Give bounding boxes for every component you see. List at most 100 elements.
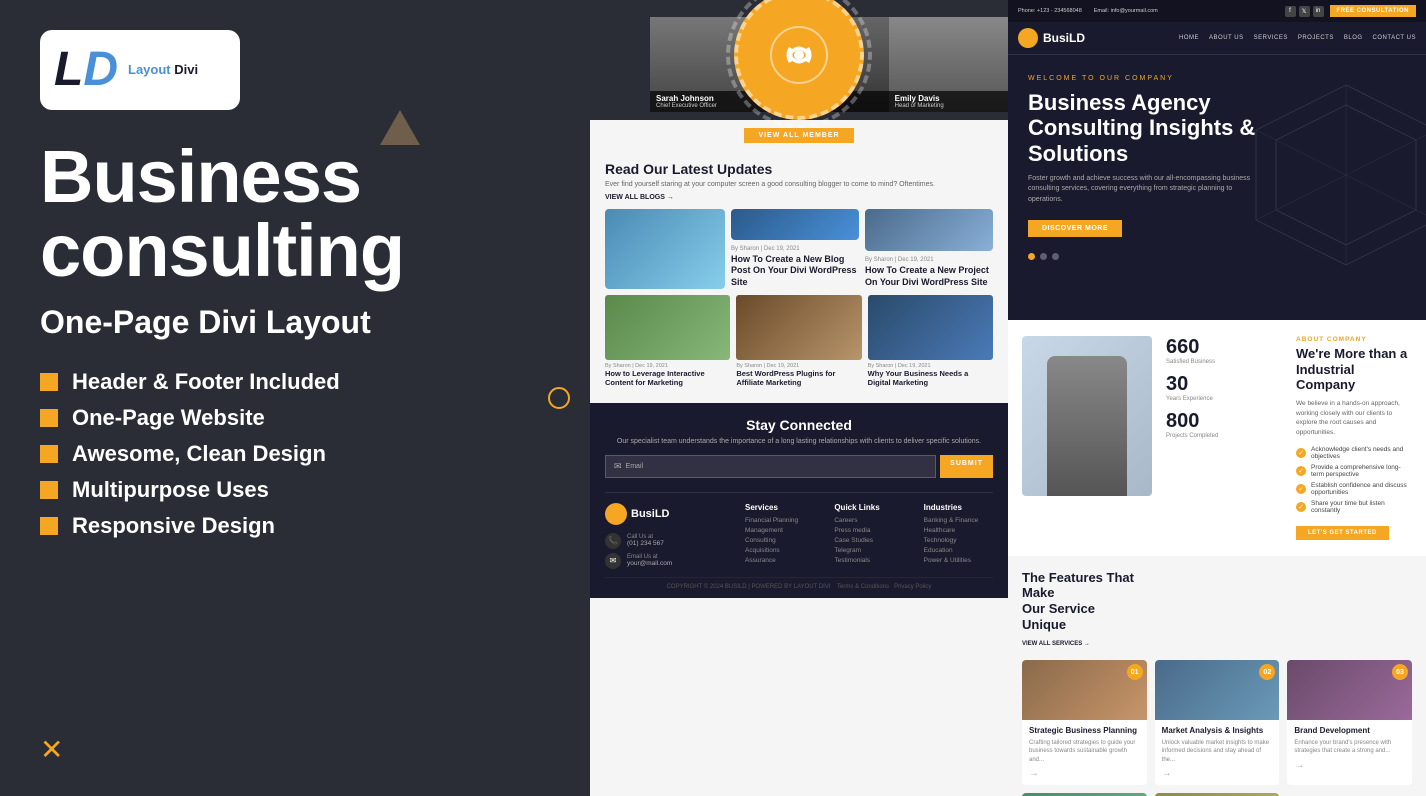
footer-link-4[interactable]: Acquisitions: [745, 547, 814, 554]
hero-dot-3[interactable]: [1052, 253, 1059, 260]
footer-ind-5[interactable]: Power & Utilities: [924, 557, 993, 564]
footer-ind-1[interactable]: Banking & Finance: [924, 517, 993, 524]
free-consultation-button[interactable]: FREE CONSULTATION: [1330, 5, 1417, 17]
view-all-blogs-link[interactable]: VIEW ALL BLOGS →: [605, 194, 993, 201]
nav-blog[interactable]: BLOG: [1344, 35, 1363, 41]
team-member-3: Emily Davis Head of Marketing: [889, 0, 1008, 120]
feature-bullet-4: [40, 481, 58, 499]
feature-arrow-2[interactable]: →: [1162, 768, 1273, 779]
about-description: We believe in a hands-on approach, worki…: [1296, 399, 1412, 438]
stat-number-2: 30: [1166, 373, 1282, 396]
blog-image-small-1: [731, 209, 859, 240]
view-all-member-button[interactable]: VIEW ALL MEMBER: [744, 128, 853, 143]
footer-qlink-3[interactable]: Case Studies: [834, 537, 903, 544]
about-person: [1047, 356, 1127, 496]
social-icons: f 𝕏 in: [1285, 6, 1324, 17]
hero-dot-1[interactable]: [1028, 253, 1035, 260]
footer-ind-4[interactable]: Education: [924, 547, 993, 554]
feature-card-desc-3: Enhance your brand's presence with strat…: [1294, 739, 1405, 756]
email-input[interactable]: ✉ Email: [605, 455, 936, 478]
right-about: 660 Satisfied Business 30 Years Experien…: [1008, 320, 1426, 556]
footer-quicklinks-title: Quick Links: [834, 503, 903, 512]
feature-arrow-1[interactable]: →: [1029, 768, 1140, 779]
stat-number-1: 660: [1166, 336, 1282, 359]
features-title: The Features That MakeOur Service Unique: [1022, 570, 1142, 632]
blog-post-title-3: How to Leverage Interactive Content for …: [605, 369, 730, 387]
footer-qlink-4[interactable]: Telegram: [834, 547, 903, 554]
feature-bullet-5: [40, 517, 58, 535]
right-nav-links: HOME ABOUT US SERVICES PROJECTS BLOG CON…: [1179, 35, 1416, 41]
hero-dot-2[interactable]: [1040, 253, 1047, 260]
twitter-icon[interactable]: 𝕏: [1299, 6, 1310, 17]
team-role-1: Chief Executive Officer: [656, 103, 763, 109]
footer-email-value: your@mail.com: [627, 560, 672, 567]
footer-phone: 📞 Call Us at (01) 234 567: [605, 533, 725, 549]
logo-area: LD Layout Divi: [40, 30, 550, 110]
feature-bullet-3: [40, 445, 58, 463]
footer-qlink-2[interactable]: Press media: [834, 527, 903, 534]
cross-decoration: ✕: [40, 733, 63, 766]
feature-card-1: 01 Strategic Business Planning Crafting …: [1022, 660, 1147, 785]
lets-start-button[interactable]: LET'S GET STARTED: [1296, 526, 1389, 540]
submit-button[interactable]: SUBMIT: [940, 455, 993, 478]
blog-item-5: By Sharon | Dec 19, 2021 Why Your Busine…: [868, 295, 993, 387]
features-list: Header & Footer Included One-Page Websit…: [40, 369, 550, 539]
nav-home[interactable]: HOME: [1179, 35, 1199, 41]
checklist-item-3: ✓ Establish confidence and discuss oppor…: [1296, 482, 1412, 496]
blog-post-title-2: How To Create a New Project On Your Divi…: [865, 265, 993, 288]
feature-card-2: 02 Market Analysis & Insights Unlock val…: [1155, 660, 1280, 785]
footer-logo-icon: [605, 503, 627, 525]
feature-item-1: Header & Footer Included: [40, 369, 550, 395]
about-right: ABOUT COMPANY We're More than aIndustria…: [1296, 336, 1412, 540]
topbar-phone: Phone: +123 - 234568048: [1018, 8, 1082, 14]
footer-ind-2[interactable]: Healthcare: [924, 527, 993, 534]
feature-card-desc-1: Crafting tailored strategies to guide yo…: [1029, 739, 1140, 764]
feature-label-1: Header & Footer Included: [72, 369, 340, 395]
about-inner: 660 Satisfied Business 30 Years Experien…: [1022, 336, 1412, 540]
blog-grid-bottom: By Sharon | Dec 19, 2021 How to Leverage…: [605, 295, 993, 387]
right-topbar: Phone: +123 - 234568048 Email: info@your…: [1008, 0, 1426, 22]
feature-item-5: Responsive Design: [40, 513, 550, 539]
blog-post-title-5: Why Your Business Needs a Digital Market…: [868, 369, 993, 387]
footer-ind-3[interactable]: Technology: [924, 537, 993, 544]
nav-about[interactable]: ABOUT US: [1209, 35, 1244, 41]
facebook-icon[interactable]: f: [1285, 6, 1296, 17]
discover-button[interactable]: DISCOVER MORE: [1028, 220, 1122, 237]
footer-copyright: COPYRIGHT © 2024 BUSILD | POWERED BY LAY…: [605, 577, 993, 590]
footer-logo-text: BusiLD: [631, 508, 670, 520]
nav-logo-icon: [1018, 28, 1038, 48]
view-services-link[interactable]: VIEW ALL SERVICES →: [1022, 641, 1090, 647]
hero-content: WELCOME TO OUR COMPANY Business AgencyCo…: [1008, 55, 1426, 260]
feature-arrow-3[interactable]: →: [1294, 760, 1405, 771]
footer-link-5[interactable]: Assurance: [745, 557, 814, 564]
footer-logo: BusiLD: [605, 503, 725, 525]
stat-label-1: Satisfied Business: [1166, 359, 1282, 367]
footer-link-2[interactable]: Management: [745, 527, 814, 534]
blog-meta-2: By Sharon | Dec 19, 2021: [865, 257, 993, 263]
right-navbar: BusiLD HOME ABOUT US SERVICES PROJECTS B…: [1008, 22, 1426, 55]
nav-contact[interactable]: CONTACT US: [1373, 35, 1416, 41]
footer-qlink-5[interactable]: Testimonials: [834, 557, 903, 564]
footer-qlink-1[interactable]: Careers: [834, 517, 903, 524]
email-placeholder: Email: [626, 463, 644, 470]
instagram-icon[interactable]: in: [1313, 6, 1324, 17]
nav-services[interactable]: SERVICES: [1254, 35, 1288, 41]
blog-image-4: [736, 295, 861, 360]
stay-connected: Stay Connected Our specialist team under…: [605, 417, 993, 478]
stat-label-2: Years Experience: [1166, 396, 1282, 404]
checklist-item-2: ✓ Provide a comprehensive long-term pers…: [1296, 464, 1412, 478]
email-icon: ✉: [605, 553, 621, 569]
footer-bottom: BusiLD 📞 Call Us at (01) 234 567 ✉ Email…: [605, 492, 993, 569]
check-icon-2: ✓: [1296, 466, 1306, 476]
triangle-decoration: [380, 110, 420, 145]
feature-card-body-3: Brand Development Enhance your brand's p…: [1287, 720, 1412, 776]
center-panel: Sarah Johnson Chief Executive Officer Mi…: [590, 0, 1008, 796]
footer-services-col: Services Financial Planning Management C…: [745, 503, 814, 569]
footer-link-1[interactable]: Financial Planning: [745, 517, 814, 524]
footer-link-3[interactable]: Consulting: [745, 537, 814, 544]
nav-projects[interactable]: PROJECTS: [1298, 35, 1334, 41]
blog-section: Read Our Latest Updates Ever find yourse…: [590, 151, 1008, 399]
footer-brand: BusiLD 📞 Call Us at (01) 234 567 ✉ Email…: [605, 503, 725, 569]
circle-decoration: [548, 387, 570, 409]
blog-image-large-1: [605, 209, 725, 289]
